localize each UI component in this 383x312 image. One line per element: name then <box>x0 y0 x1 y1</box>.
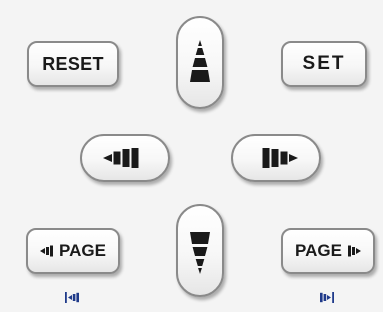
page-prev-button[interactable]: PAGE <box>26 228 120 274</box>
skip-to-end-icon <box>320 292 334 303</box>
skip-to-start-icon <box>65 292 79 303</box>
rewind-left-icon <box>103 148 139 168</box>
up-arrow-icon <box>190 39 210 82</box>
left-button[interactable] <box>80 134 170 182</box>
set-button[interactable]: SET <box>281 41 367 87</box>
down-button[interactable] <box>176 204 224 297</box>
page-prev-content: PAGE <box>40 241 106 261</box>
page-prev-icon <box>40 245 54 257</box>
up-button[interactable] <box>176 16 224 109</box>
page-next-button[interactable]: PAGE <box>281 228 375 274</box>
control-panel: RESET SET PAGE PAGE <box>0 0 383 312</box>
forward-right-icon <box>262 148 298 168</box>
page-prev-label: PAGE <box>59 241 106 260</box>
right-button[interactable] <box>231 134 321 182</box>
reset-button[interactable]: RESET <box>27 41 119 87</box>
reset-label: RESET <box>42 53 104 74</box>
set-label: SET <box>302 53 346 74</box>
page-next-icon <box>347 245 361 257</box>
page-next-label: PAGE <box>295 241 342 260</box>
page-next-content: PAGE <box>295 241 361 261</box>
down-arrow-icon <box>190 231 210 274</box>
